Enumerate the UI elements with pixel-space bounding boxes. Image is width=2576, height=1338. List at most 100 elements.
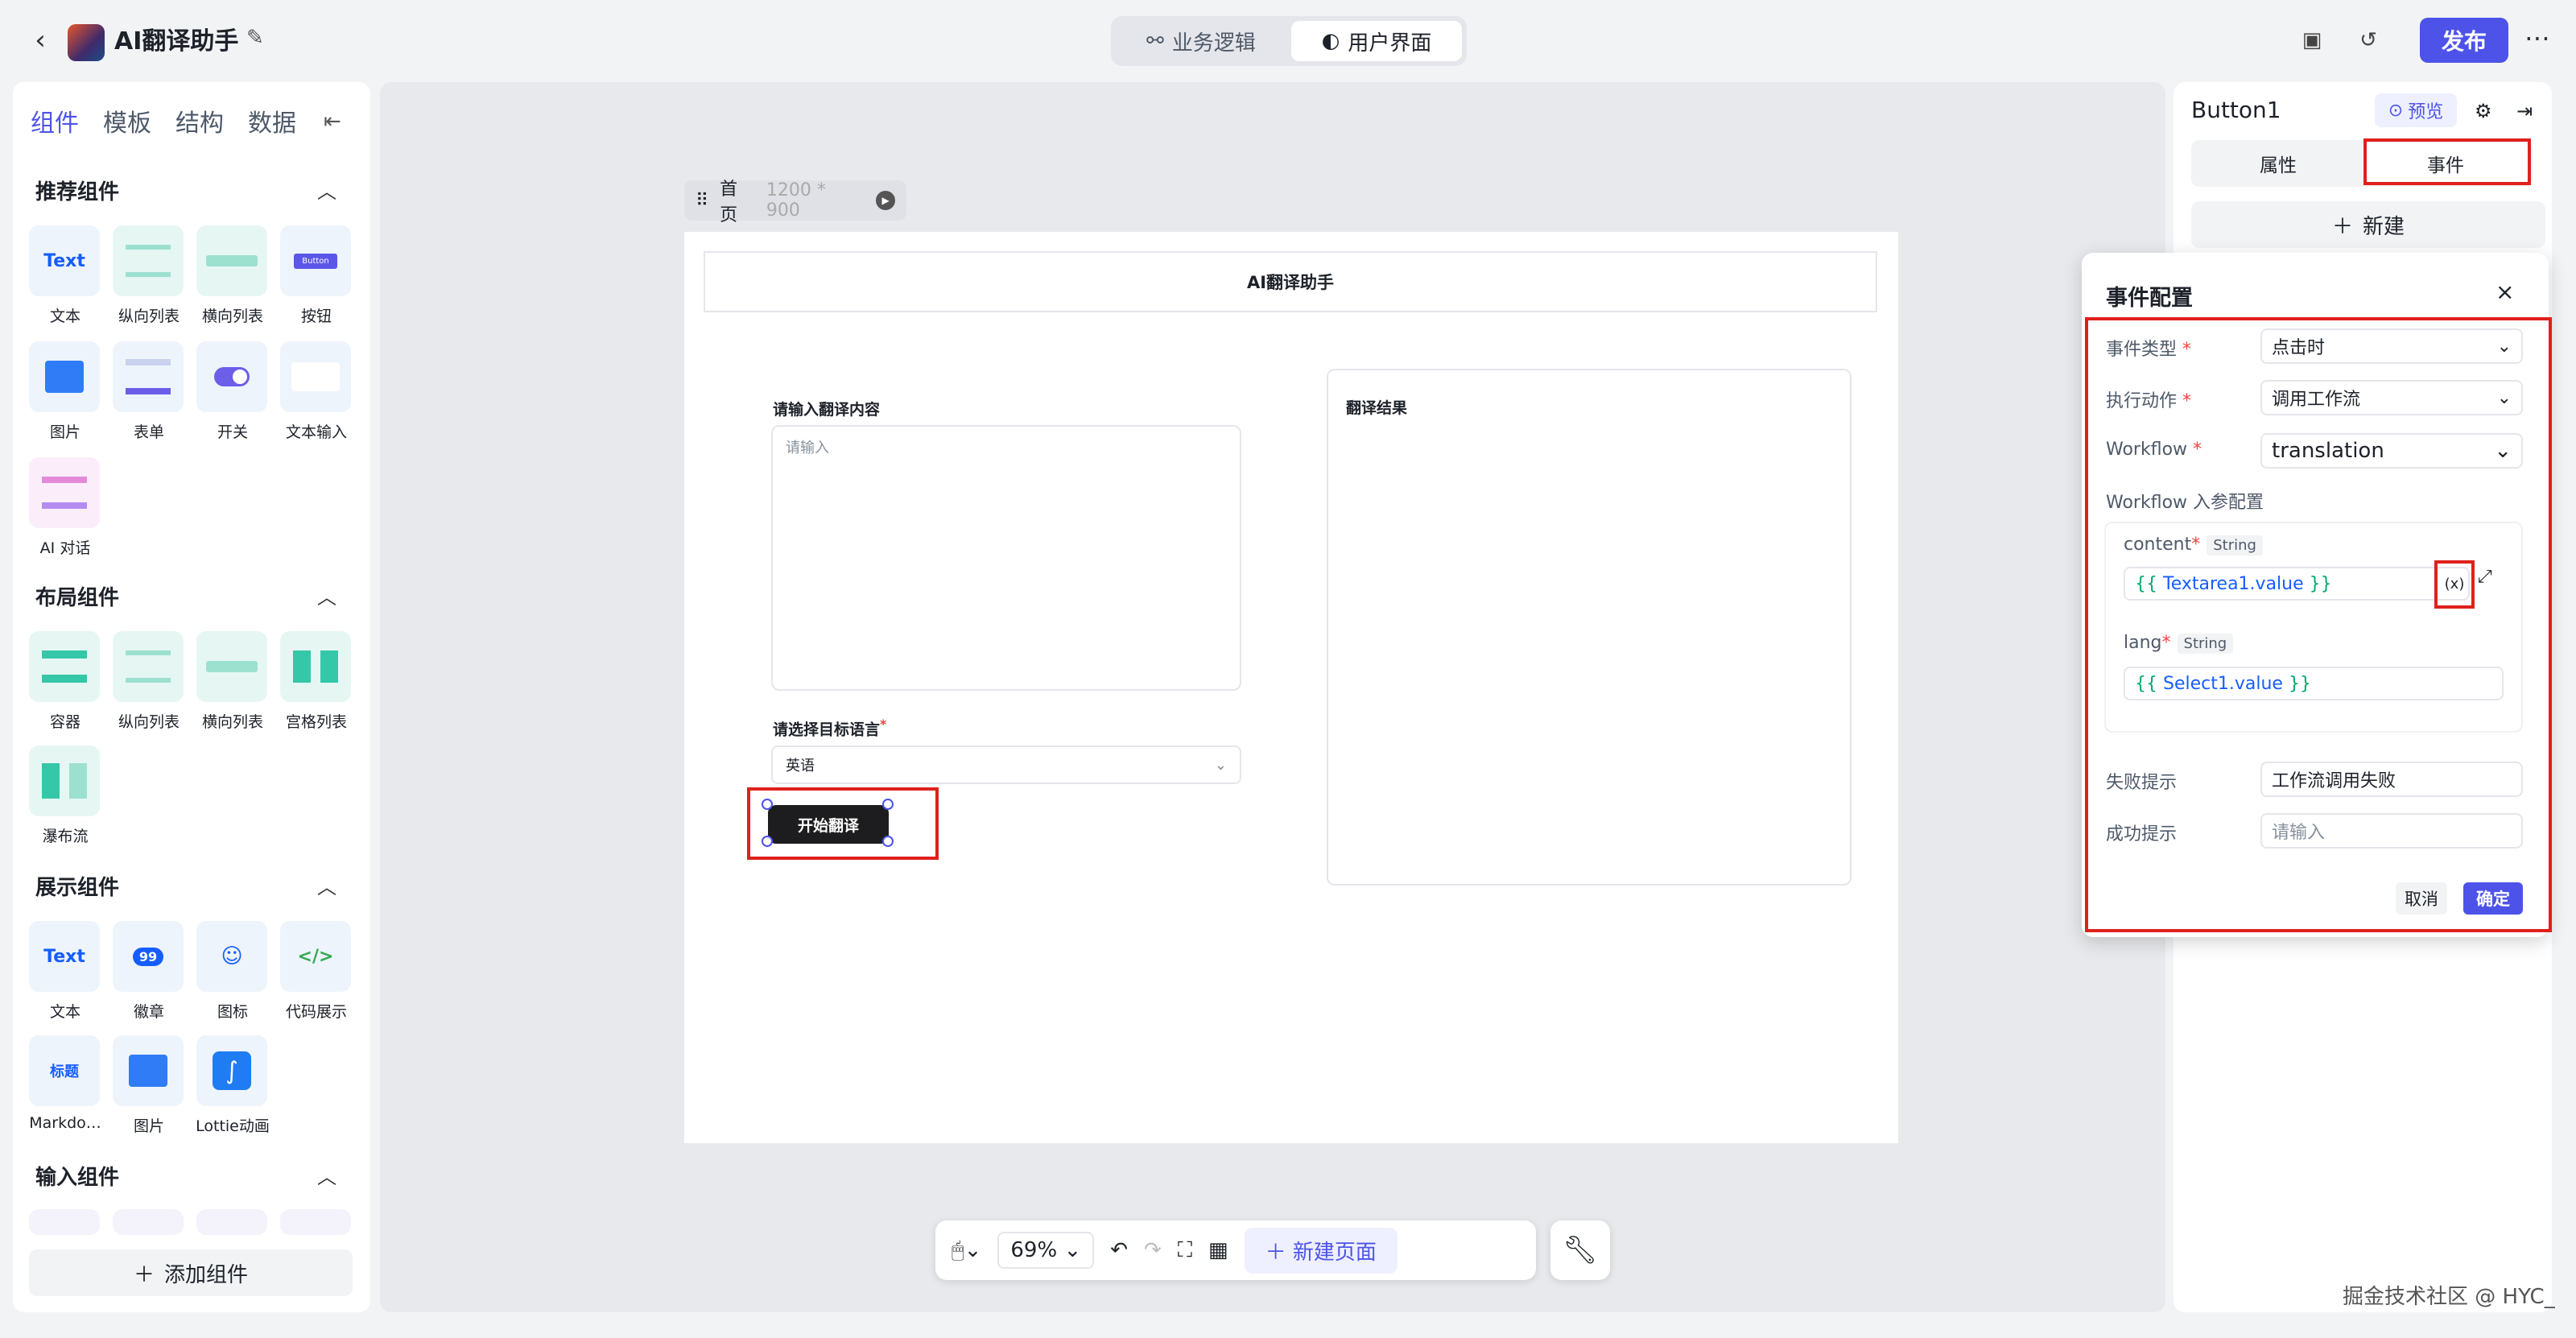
close-icon[interactable]: × bbox=[2496, 279, 2514, 305]
waterfall-icon[interactable] bbox=[29, 745, 100, 816]
input-component-icon[interactable] bbox=[113, 1209, 184, 1235]
workflow-select[interactable]: translation ⌄ bbox=[2260, 433, 2523, 469]
input-component-icon[interactable] bbox=[29, 1209, 100, 1235]
input-component-icon[interactable] bbox=[280, 1209, 351, 1235]
play-icon[interactable]: ▶ bbox=[876, 191, 895, 210]
select-value: 调用工作流 bbox=[2272, 390, 2361, 410]
button-component-icon[interactable]: Button bbox=[280, 225, 351, 296]
component-label: 代码展示 bbox=[285, 1003, 347, 1021]
params-title: Workflow 入参配置 bbox=[2106, 493, 2264, 513]
vertical-list-icon[interactable] bbox=[113, 631, 184, 702]
plus-icon: ＋ bbox=[133, 1262, 155, 1287]
app-header-box[interactable]: AI翻译助手 bbox=[704, 251, 1877, 312]
new-event-button[interactable]: ＋新建 bbox=[2191, 201, 2545, 248]
markdown-icon[interactable]: 标题 bbox=[29, 1035, 100, 1106]
redo-icon[interactable]: ↷ bbox=[1144, 1238, 1162, 1262]
cancel-button[interactable]: 取消 bbox=[2396, 882, 2447, 915]
icon-component-icon[interactable]: ☺ bbox=[196, 921, 267, 992]
expr-brace: }} bbox=[2288, 673, 2311, 694]
lottie-icon[interactable]: ∫ bbox=[196, 1035, 267, 1106]
preview-button[interactable]: ⊙ 预览 bbox=[2375, 93, 2457, 127]
tab-properties[interactable]: 属性 bbox=[2194, 143, 2362, 184]
expand-icon[interactable]: ⤢ bbox=[2478, 567, 2492, 587]
ai-chat-icon[interactable] bbox=[29, 457, 100, 528]
zoom-select[interactable]: 69% ⌄ bbox=[997, 1232, 1095, 1269]
lang-label: 请选择目标语言* bbox=[773, 716, 887, 739]
textarea-placeholder: 请输入 bbox=[786, 440, 829, 456]
component-label: 文本 bbox=[49, 308, 80, 325]
section-title-display: 展示组件 bbox=[35, 876, 120, 900]
container-icon[interactable] bbox=[29, 631, 100, 702]
event-type-select[interactable]: 点击时 ⌄ bbox=[2260, 328, 2523, 364]
history-icon[interactable]: ↺ bbox=[2352, 24, 2384, 56]
tab-components[interactable]: 组件 bbox=[31, 103, 79, 138]
collapse-panel-icon[interactable]: ⇤ bbox=[324, 109, 341, 134]
expr-variable: Select1.value bbox=[2163, 673, 2283, 694]
text-component-icon[interactable]: Text bbox=[29, 225, 100, 296]
text-display-icon[interactable]: Text bbox=[29, 921, 100, 992]
success-tip-label: 成功提示 bbox=[2106, 824, 2178, 845]
page-tag[interactable]: ⠿ 首页 1200 * 900 ▶ bbox=[684, 180, 906, 225]
image-icon[interactable] bbox=[29, 341, 100, 412]
layout-grid-icon[interactable]: ▦ bbox=[1208, 1238, 1228, 1262]
flow-icon: ⚯ bbox=[1146, 29, 1164, 53]
select-value: translation bbox=[2272, 439, 2384, 463]
component-label: 宫格列表 bbox=[285, 713, 347, 731]
more-icon[interactable]: ⋯ bbox=[2524, 23, 2550, 53]
new-page-button[interactable]: ＋ 新建页面 bbox=[1244, 1227, 1397, 1274]
highlight-start-button bbox=[747, 787, 939, 860]
component-label: 图标 bbox=[217, 1003, 248, 1021]
tab-data[interactable]: 数据 bbox=[248, 103, 296, 138]
success-tip-input[interactable]: 请输入 bbox=[2260, 813, 2523, 849]
component-label: 容器 bbox=[49, 713, 80, 731]
plus-icon: ＋ bbox=[2331, 214, 2353, 239]
undo-icon[interactable]: ↶ bbox=[1110, 1238, 1128, 1262]
chevron-up-icon[interactable]: ︿ bbox=[317, 176, 336, 204]
archive-icon[interactable]: ▣ bbox=[2296, 24, 2328, 56]
publish-button[interactable]: 发布 bbox=[2420, 18, 2508, 63]
result-container[interactable] bbox=[1327, 369, 1852, 886]
tab-business-logic[interactable]: ⚯ 业务逻辑 bbox=[1116, 21, 1286, 61]
grid-list-icon[interactable] bbox=[280, 631, 351, 702]
confirm-button[interactable]: 确定 bbox=[2463, 882, 2523, 915]
component-label: 图片 bbox=[133, 1117, 164, 1135]
fit-screen-icon[interactable]: ⛶ bbox=[1178, 1238, 1192, 1263]
switch-icon[interactable] bbox=[196, 341, 267, 412]
tab-user-interface[interactable]: ◐ 用户界面 bbox=[1291, 21, 1462, 61]
translate-textarea[interactable]: 请输入 bbox=[771, 425, 1241, 691]
page-name: 首页 bbox=[720, 180, 738, 225]
text-input-icon[interactable] bbox=[280, 341, 351, 412]
edit-icon[interactable]: ✎ bbox=[246, 26, 272, 52]
back-arrow-icon[interactable]: ‹ bbox=[24, 24, 56, 56]
input-component-icon[interactable] bbox=[196, 1209, 267, 1235]
chevron-up-icon[interactable]: ︿ bbox=[317, 871, 336, 899]
chevron-down-icon: ⌄ bbox=[2496, 336, 2512, 357]
chevron-up-icon[interactable]: ︿ bbox=[317, 1161, 336, 1189]
settings-icon[interactable]: ⚙ bbox=[2475, 100, 2492, 122]
mouse-mode-icon[interactable]: 🖱︎⌄ bbox=[952, 1238, 981, 1263]
chevron-up-icon[interactable]: ︿ bbox=[317, 581, 336, 609]
param-content-label: content* String bbox=[2124, 535, 2263, 555]
tab-structure[interactable]: 结构 bbox=[175, 103, 224, 138]
form-icon[interactable] bbox=[113, 341, 184, 412]
dialog-title: 事件配置 bbox=[2106, 286, 2193, 311]
workflow-label: Workflow * bbox=[2106, 440, 2202, 460]
collapse-right-icon[interactable]: ⇥ bbox=[2516, 100, 2533, 122]
param-lang-input[interactable]: {{ Select1.value }} bbox=[2124, 667, 2504, 700]
component-label: Lottie动画 bbox=[196, 1117, 270, 1135]
horizontal-list-icon[interactable] bbox=[196, 225, 267, 296]
vertical-list-icon[interactable] bbox=[113, 225, 184, 296]
drag-handle-icon[interactable]: ⠿ bbox=[696, 191, 708, 211]
tab-templates[interactable]: 模板 bbox=[103, 103, 151, 138]
code-display-icon[interactable]: </> bbox=[280, 921, 351, 992]
image-icon[interactable] bbox=[113, 1035, 184, 1106]
play-circle-icon: ⊙ bbox=[2388, 100, 2404, 121]
badge-icon[interactable]: 99 bbox=[113, 921, 184, 992]
fail-tip-input[interactable]: 工作流调用失败 bbox=[2260, 762, 2523, 797]
action-select[interactable]: 调用工作流 ⌄ bbox=[2260, 380, 2523, 415]
horizontal-list-icon[interactable] bbox=[196, 631, 267, 702]
param-content-input[interactable]: {{ Textarea1.value }} bbox=[2124, 567, 2470, 601]
add-component-button[interactable]: ＋添加组件 bbox=[29, 1249, 353, 1296]
wrench-icon[interactable]: 🔧︎ bbox=[1550, 1220, 1610, 1280]
language-select[interactable]: 英语 ⌄ bbox=[771, 745, 1241, 784]
